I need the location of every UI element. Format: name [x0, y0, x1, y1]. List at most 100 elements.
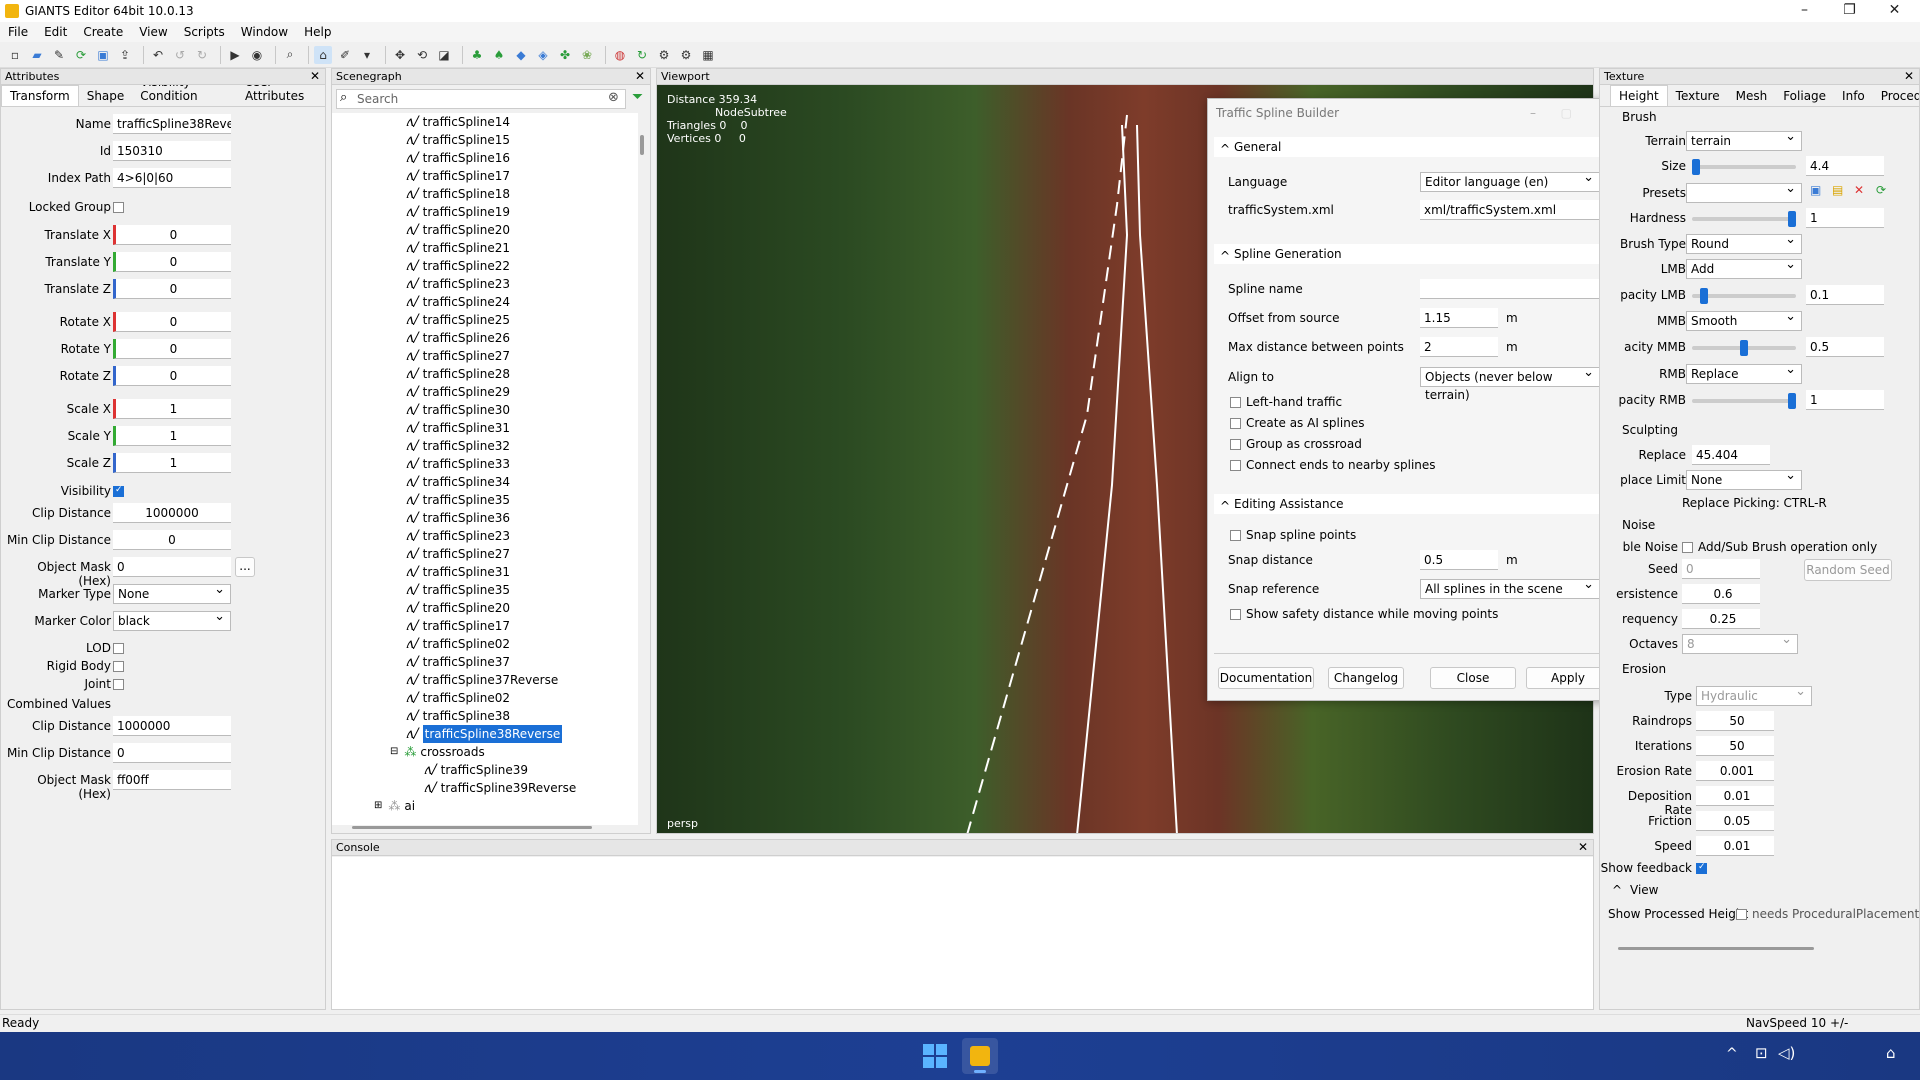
filter-icon[interactable]: ⏷: [632, 89, 643, 105]
tree-item[interactable]: ʌ/trafficSpline31: [406, 419, 510, 437]
menu-view[interactable]: View: [131, 25, 175, 39]
tool-e-icon[interactable]: ✤: [556, 46, 574, 64]
show-feedback-checkbox[interactable]: [1696, 862, 1707, 874]
rotate-z-field[interactable]: 0: [113, 366, 231, 386]
apply-button[interactable]: Apply: [1526, 667, 1610, 689]
tab-mesh[interactable]: Mesh: [1728, 86, 1776, 106]
play-icon[interactable]: ▶: [226, 46, 244, 64]
close-icon[interactable]: ✕: [1578, 840, 1588, 855]
tool-a-icon[interactable]: ♣: [468, 46, 486, 64]
opacity-lmb-slider[interactable]: [1692, 288, 1796, 304]
clip-distance-field[interactable]: 1000000: [113, 503, 231, 523]
snap-reference-select[interactable]: All splines in the scene: [1420, 576, 1600, 599]
tab-height[interactable]: Height: [1610, 85, 1668, 106]
tree-item[interactable]: ʌ/trafficSpline31: [406, 563, 510, 581]
speed-field[interactable]: 0.01: [1696, 836, 1774, 856]
tree-item[interactable]: ʌ/trafficSpline39: [424, 761, 528, 779]
translate-x-field[interactable]: 0: [113, 225, 231, 245]
snap-distance-field[interactable]: 0.5: [1420, 550, 1498, 570]
scene-tree[interactable]: ʌ/trafficSpline14 ʌ/trafficSpline15 ʌ/traf…: [332, 113, 638, 825]
tree-item[interactable]: ʌ/trafficSpline37: [406, 653, 510, 671]
id-field[interactable]: 150310: [113, 141, 231, 161]
preset-new-icon[interactable]: ▤: [1832, 183, 1843, 197]
tab-shape[interactable]: Shape: [79, 86, 133, 106]
mask-picker-button[interactable]: ...: [235, 557, 255, 577]
tree-item[interactable]: ʌ/trafficSpline25: [406, 311, 510, 329]
documentation-button[interactable]: Documentation: [1218, 667, 1314, 689]
tool-j-icon[interactable]: ⚙: [677, 46, 695, 64]
frequency-field[interactable]: 0.25: [1682, 609, 1760, 629]
tree-item[interactable]: ʌ/trafficSpline21: [406, 239, 510, 257]
windows-start-icon[interactable]: [923, 1044, 947, 1068]
dropdown-icon[interactable]: ▾: [358, 46, 376, 64]
visibility-checkbox[interactable]: [113, 485, 124, 497]
paint-icon[interactable]: ✐: [336, 46, 354, 64]
tree-item[interactable]: ʌ/trafficSpline16: [406, 149, 510, 167]
tree-item[interactable]: ʌ/trafficSpline29: [406, 383, 510, 401]
tree-item[interactable]: ʌ/trafficSpline24: [406, 293, 510, 311]
name-field[interactable]: trafficSpline38Reverse: [113, 114, 231, 134]
iterations-field[interactable]: 50: [1696, 736, 1774, 756]
snap-points-checkbox[interactable]: [1230, 530, 1241, 541]
tree-item[interactable]: ʌ/trafficSpline28: [406, 365, 510, 383]
menu-scripts[interactable]: Scripts: [176, 25, 233, 39]
rotate-x-field[interactable]: 0: [113, 312, 231, 332]
safety-distance-checkbox[interactable]: [1230, 609, 1241, 620]
tree-item[interactable]: ʌ/trafficSpline02: [406, 635, 510, 653]
close-button[interactable]: Close: [1430, 667, 1516, 689]
opacity-rmb-field[interactable]: 1: [1806, 390, 1884, 410]
tool-f-icon[interactable]: ❀: [578, 46, 596, 64]
tree-item[interactable]: ʌ/trafficSpline38Reverse: [406, 725, 563, 743]
enable-noise-checkbox[interactable]: [1682, 542, 1693, 553]
ai-splines-checkbox[interactable]: [1230, 418, 1241, 429]
maximize-icon[interactable]: ❐: [1827, 0, 1872, 22]
preset-refresh-icon[interactable]: ⟳: [1876, 183, 1886, 197]
tree-item[interactable]: ʌ/trafficSpline02: [406, 689, 510, 707]
crossroad-checkbox[interactable]: [1230, 439, 1241, 450]
lmb-select[interactable]: Add: [1686, 256, 1802, 279]
tree-item[interactable]: ʌ/trafficSpline35: [406, 581, 510, 599]
deposition-rate-field[interactable]: 0.01: [1696, 786, 1774, 806]
terrain-select[interactable]: terrain: [1686, 128, 1802, 151]
tree-item[interactable]: ʌ/trafficSpline32: [406, 437, 510, 455]
clear-search-icon[interactable]: ⊗: [608, 90, 619, 105]
tree-item[interactable]: ʌ/trafficSpline19: [406, 203, 510, 221]
erosion-rate-field[interactable]: 0.001: [1696, 761, 1774, 781]
translate-z-field[interactable]: 0: [113, 279, 231, 299]
tool-k-icon[interactable]: ▦: [699, 46, 717, 64]
replace-limit-select[interactable]: None: [1686, 467, 1802, 490]
refresh-icon[interactable]: ⟳: [72, 46, 90, 64]
mmb-select[interactable]: Smooth: [1686, 308, 1802, 331]
tree-item[interactable]: ʌ/trafficSpline17: [406, 617, 510, 635]
tree-item[interactable]: ʌ/trafficSpline37Reverse: [406, 671, 558, 689]
tree-item[interactable]: ʌ/trafficSpline26: [406, 329, 510, 347]
preset-delete-icon[interactable]: ✕: [1854, 183, 1864, 197]
index-path-field[interactable]: 4>6|0|60: [113, 168, 231, 188]
translate-y-field[interactable]: 0: [113, 252, 231, 272]
scrollbar-horizontal[interactable]: [352, 826, 592, 829]
marker-type-select[interactable]: None: [113, 581, 231, 604]
tool-h-icon[interactable]: ↻: [633, 46, 651, 64]
connect-ends-checkbox[interactable]: [1230, 460, 1241, 471]
max-distance-field[interactable]: 2: [1420, 337, 1498, 357]
raindrops-field[interactable]: 50: [1696, 711, 1774, 731]
scale-z-field[interactable]: 1: [113, 453, 231, 473]
tree-item[interactable]: ʌ/trafficSpline33: [406, 455, 510, 473]
open-icon[interactable]: ▰: [28, 46, 46, 64]
tree-item[interactable]: ʌ/trafficSpline22: [406, 257, 510, 275]
tool-b-icon[interactable]: ♠: [490, 46, 508, 64]
joint-checkbox[interactable]: [113, 679, 124, 690]
new-icon[interactable]: ▫: [6, 46, 24, 64]
tree-item[interactable]: ʌ/trafficSpline14: [406, 113, 510, 131]
tool-c-icon[interactable]: ◆: [512, 46, 530, 64]
offset-field[interactable]: 1.15: [1420, 308, 1498, 328]
opacity-rmb-slider[interactable]: [1692, 393, 1796, 409]
close-icon[interactable]: ✕: [635, 69, 645, 84]
close-icon[interactable]: ✕: [310, 69, 320, 84]
replace-field[interactable]: 45.404: [1692, 445, 1770, 465]
undo-history-icon[interactable]: ↶: [149, 46, 167, 64]
random-seed-button[interactable]: Random Seed: [1804, 559, 1892, 581]
tree-item[interactable]: ʌ/trafficSpline39Reverse: [424, 779, 576, 797]
align-select[interactable]: Objects (never below terrain): [1420, 364, 1600, 402]
section-spline-generation[interactable]: Spline Generation: [1214, 244, 1612, 266]
